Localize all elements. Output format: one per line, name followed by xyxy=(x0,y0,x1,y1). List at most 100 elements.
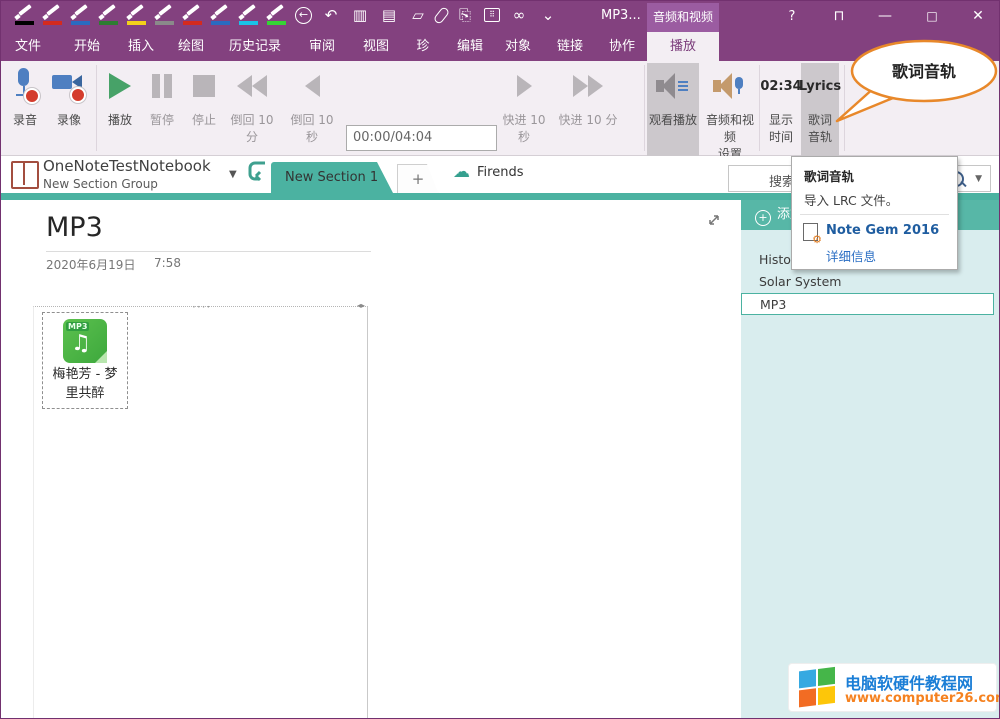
pause-button[interactable]: 暂停 xyxy=(143,63,181,128)
forward-icon xyxy=(495,63,553,109)
title-bar: ←↶▥▤▱⎘⠿∞ ▾⌄ MP3... 音频和视频 ? ⊓ — □ ✕ xyxy=(1,1,999,32)
ribbon-tab-10[interactable]: 对象 xyxy=(497,32,539,61)
microphone-icon xyxy=(10,68,40,104)
quick-access-toolbar: ← ↶ ▥ ▤ ▱ ⎘ ⠿ ∞ ▾ ⌄ xyxy=(15,5,558,25)
stop-button[interactable]: 停止 xyxy=(185,63,223,128)
rewind-10sec-button[interactable]: 倒回 10 秒 xyxy=(283,63,341,145)
infinity-icon[interactable]: ∞ ▾ xyxy=(509,5,529,25)
forward-10min-button[interactable]: 快进 10 分 xyxy=(557,63,619,128)
ribbon-tab-3[interactable]: 插入 xyxy=(121,32,161,61)
popup-title: 歌词音轨 xyxy=(804,166,854,185)
outline-resize-icon[interactable]: ◂▸ xyxy=(357,301,365,310)
record-video-button[interactable]: 录像 xyxy=(49,63,89,128)
pen-icon-9[interactable] xyxy=(267,6,286,25)
note-gem-app-icon xyxy=(803,223,818,241)
watermark-site-url[interactable]: www.computer26.com xyxy=(845,691,1000,706)
page-time: 7:58 xyxy=(154,256,181,270)
title-underline xyxy=(46,251,371,252)
page-list-item-solar-system[interactable]: Solar System xyxy=(741,271,1000,293)
minimize-button[interactable]: — xyxy=(862,1,908,32)
note-outline-container[interactable]: ···· ◂▸ MP3 ♫ 梅艳芳 - 梦 里共醉 [ti:梦里共醉][ar:梅… xyxy=(33,306,368,719)
site-watermark: 电脑软硬件教程网 www.computer26.com xyxy=(788,663,997,712)
details-link[interactable]: 详细信息 xyxy=(826,246,876,265)
pen-icon-5[interactable] xyxy=(155,6,174,25)
windows-flag-logo xyxy=(799,667,837,709)
play-button[interactable]: 播放 xyxy=(101,63,139,128)
ribbon-tab-12[interactable]: 协作 xyxy=(601,32,643,61)
ribbon-tab-11[interactable]: 链接 xyxy=(549,32,591,61)
ribbon-tab-13[interactable]: 播放 xyxy=(647,32,719,61)
ribbon-tab-6[interactable]: 审阅 xyxy=(301,32,343,61)
page-list-panel: +添加 HistorySolar SystemMP3 xyxy=(741,200,1000,719)
pen-icon-6[interactable] xyxy=(183,6,202,25)
section-group-name[interactable]: New Section Group xyxy=(43,177,158,191)
audio-video-settings-button[interactable]: 音频和视频 设置 xyxy=(701,63,759,162)
pen-icon-3[interactable] xyxy=(99,6,118,25)
help-button[interactable]: ? xyxy=(769,1,815,32)
eraser-icon[interactable]: ▱ xyxy=(408,5,428,25)
forward-10sec-button[interactable]: 快进 10 秒 xyxy=(495,63,553,145)
page-date: 2020年6月19日 xyxy=(46,256,135,273)
speaker-mic-icon xyxy=(713,71,747,101)
ribbon-tab-7[interactable]: 视图 xyxy=(355,32,397,61)
note-gem-label[interactable]: Note Gem 2016 xyxy=(826,223,939,238)
notebook-dropdown-icon[interactable]: ▼ xyxy=(229,169,237,180)
ribbon-tab-9[interactable]: 编辑 xyxy=(449,32,491,61)
ribbon-tab-2[interactable]: 开始 xyxy=(67,32,107,61)
outline-drag-handle[interactable]: ···· xyxy=(192,300,211,314)
music-note-icon: ♫ xyxy=(71,331,91,356)
show-time-button[interactable]: 02:34 显示 时间 xyxy=(762,63,800,145)
forward-double-icon xyxy=(557,63,619,109)
stop-icon xyxy=(193,75,215,97)
pen-icon-8[interactable] xyxy=(239,6,258,25)
time-value-icon: 02:34 xyxy=(762,63,800,109)
full-page-view-icon[interactable]: ▤ xyxy=(379,5,399,25)
keyboard-icon[interactable]: ⠿ xyxy=(484,8,500,22)
notebook-title[interactable]: OneNoteTestNotebook xyxy=(43,157,211,175)
cloud-icon: ☁ xyxy=(453,164,470,181)
pen-icon-2[interactable] xyxy=(71,6,90,25)
camcorder-icon xyxy=(52,69,86,103)
ribbon-tab-5[interactable]: 历史记录 xyxy=(219,32,291,61)
ribbon-tab-4[interactable]: 绘图 xyxy=(171,32,211,61)
nav-back-arrow-icon[interactable] xyxy=(247,160,269,190)
notebook-icon xyxy=(11,161,39,189)
onenote-window: ←↶▥▤▱⎘⠿∞ ▾⌄ MP3... 音频和视频 ? ⊓ — □ ✕ 文件开始插… xyxy=(0,0,1000,719)
lyric-track-popup: 歌词音轨 导入 LRC 文件。 Note Gem 2016 详细信息 xyxy=(791,156,958,270)
mp3-file-icon[interactable]: MP3 ♫ xyxy=(63,319,107,363)
search-scope-dropdown-icon[interactable]: ▼ xyxy=(975,174,982,184)
paperclip-icon[interactable] xyxy=(433,6,451,25)
contextual-tab-header[interactable]: 音频和视频 xyxy=(647,3,719,32)
pen-icon-0[interactable] xyxy=(15,6,34,25)
page-title[interactable]: MP3 xyxy=(46,212,103,243)
qat-customize-icon[interactable]: ⌄ xyxy=(538,5,558,25)
plus-circle-icon: + xyxy=(755,210,771,226)
attachment-caption: 梅艳芳 - 梦 里共醉 xyxy=(43,365,127,403)
expand-page-icon[interactable] xyxy=(707,212,721,231)
paste-icon[interactable]: ⎘ xyxy=(455,5,475,25)
record-audio-button[interactable]: 录音 xyxy=(7,63,43,128)
section-tab-new-section-1[interactable]: New Section 1 xyxy=(271,162,393,193)
pen-icon-7[interactable] xyxy=(211,6,230,25)
page-canvas[interactable]: MP3 2020年6月19日 7:58 ···· ◂▸ MP3 ♫ 梅艳芳 - … xyxy=(1,200,741,719)
popup-separator xyxy=(800,214,949,215)
section-firends[interactable]: ☁ Firends xyxy=(453,164,523,181)
dock-desktop-icon[interactable]: ▥ xyxy=(350,5,370,25)
page-list-item-mp3[interactable]: MP3 xyxy=(741,293,994,315)
back-icon[interactable]: ← xyxy=(295,7,312,24)
callout-text-svg: 歌词音轨 xyxy=(892,62,956,81)
popup-subtitle[interactable]: 导入 LRC 文件。 xyxy=(804,190,898,209)
ribbon-tab-8[interactable]: 珍 xyxy=(409,32,437,61)
pen-icon-1[interactable] xyxy=(43,6,62,25)
playback-time-input[interactable]: 00:00/04:04 xyxy=(346,125,497,151)
ribbon-display-options-button[interactable]: ⊓ xyxy=(816,1,862,32)
maximize-button[interactable]: □ xyxy=(909,1,955,32)
rewind-10min-button[interactable]: 倒回 10 分 xyxy=(223,63,281,145)
close-button[interactable]: ✕ xyxy=(955,1,1000,32)
pen-icon-4[interactable] xyxy=(127,6,146,25)
mp3-attachment[interactable]: MP3 ♫ 梅艳芳 - 梦 里共醉 xyxy=(42,312,128,409)
undo-icon[interactable]: ↶ xyxy=(321,5,341,25)
ribbon-tab-1[interactable]: 文件 xyxy=(9,32,47,61)
new-section-tab-button[interactable]: + xyxy=(397,164,439,195)
pause-icon xyxy=(143,63,181,109)
